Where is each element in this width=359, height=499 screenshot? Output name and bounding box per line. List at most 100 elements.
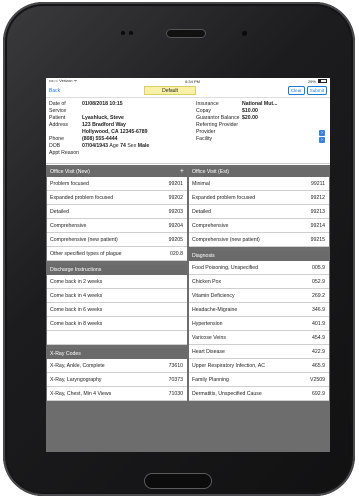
info-label: Facility — [196, 136, 213, 142]
info-row-phone: Phone (808) 555-4444 — [49, 136, 188, 143]
code-row[interactable]: X-Ray, Chest, Min 4 Views 71030 — [47, 387, 187, 401]
patient-info-left: Date of Service 01/08/2018 10:15 Patient… — [49, 101, 188, 163]
provider-chevron-right-icon[interactable]: › — [319, 129, 325, 136]
clear-button[interactable]: Clear — [287, 86, 305, 95]
panel-header: Diagnosis — [189, 251, 329, 261]
panel-title: Office Visit (New) — [50, 169, 90, 175]
facility-chevron-right-icon[interactable]: › — [319, 136, 325, 143]
diagnosis-code: 005.9 — [312, 264, 325, 271]
info-row-copay: Copay $10.00 — [196, 108, 327, 115]
code-name: X-Ray, Ankle, Complete — [50, 362, 105, 369]
clock: 6:34 PM — [185, 78, 200, 84]
code-row[interactable]: Comprehensive 99204 — [47, 219, 187, 233]
app-screen: •••○○ Verizon ᯤ 6:34 PM 29% Back Default… — [46, 78, 330, 452]
panel-title: Discharge Instructions — [50, 267, 102, 273]
diagnosis-row[interactable]: Varicose Veins 454.9 — [189, 331, 329, 345]
code-value: 71030 — [168, 390, 183, 397]
panel-title: Office Visit (Est) — [192, 169, 229, 175]
code-row[interactable]: Comprehensive (new patient) 99215 — [189, 233, 329, 247]
panel-title: Diagnosis — [192, 253, 215, 259]
speaker-grille — [166, 29, 206, 38]
code-row[interactable]: Detailed 99203 — [47, 205, 187, 219]
code-row[interactable]: Comprehensive (new patient) 99205 — [47, 233, 187, 247]
diagnosis-row[interactable]: Vitamin Deficiency 269.2 — [189, 289, 329, 303]
discharge-row[interactable]: Come back in 4 weeks — [47, 289, 187, 303]
template-selector[interactable]: Default — [144, 86, 196, 95]
back-button[interactable]: Back — [49, 88, 79, 94]
panel-header: Discharge Instructions — [47, 265, 187, 275]
diagnosis-row[interactable]: Heart Disease 422.9 — [189, 345, 329, 359]
submit-button[interactable]: Submit — [306, 86, 327, 95]
diagnosis-row[interactable]: Family Planning V2509 — [189, 373, 329, 387]
code-value: 99204 — [168, 222, 183, 229]
code-name: Expanded problem focused — [192, 194, 256, 201]
diagnosis-name: Upper Respiratory Infection, AC — [192, 362, 265, 369]
sex-value: Male — [137, 143, 150, 149]
discharge-row[interactable]: Come back in 8 weeks — [47, 317, 187, 331]
diagnosis-panel: Diagnosis Food Poisoning, Unspecified 005… — [189, 251, 329, 401]
code-row[interactable]: Other specified types of plague 020.8 — [47, 247, 187, 261]
diagnosis-name: Family Planning — [192, 376, 229, 383]
diagnosis-name: Chicken Pox — [192, 278, 222, 285]
code-name: Comprehensive (new patient) — [50, 236, 118, 243]
code-value: 99213 — [310, 208, 325, 215]
diagnosis-code: 346.9 — [312, 306, 325, 313]
age-value: 74 — [120, 143, 126, 149]
info-row-guarantor: Guarantor Balance $20.00 — [196, 115, 327, 122]
xray-list: X-Ray, Ankle, Complete 73610 X-Ray, Laryn… — [47, 359, 187, 401]
diagnosis-name: Heart Disease — [192, 348, 225, 355]
discharge-row-empty[interactable] — [47, 331, 187, 345]
code-row[interactable]: Detailed 99213 — [189, 205, 329, 219]
date-of-service-value: 01/08/2018 10:15 — [82, 101, 123, 107]
diagnosis-name: Hypertension — [192, 320, 223, 327]
diagnosis-row[interactable]: Dermatitis, Unspecified Cause 692.9 — [189, 387, 329, 401]
code-row[interactable]: X-Ray, Ankle, Complete 73610 — [47, 359, 187, 373]
code-row[interactable]: Comprehensive 99214 — [189, 219, 329, 233]
info-row-provider: Provider › — [196, 129, 327, 136]
add-plus-icon[interactable]: + — [180, 167, 184, 177]
diagnosis-row[interactable]: Chicken Pox 052.9 — [189, 275, 329, 289]
office-visit-est-panel: Office Visit (Est) Minimal 99211 Expanded… — [189, 167, 329, 247]
diagnosis-row[interactable]: Upper Respiratory Infection, AC 465.9 — [189, 359, 329, 373]
code-row[interactable]: X-Ray, Laryngography 70373 — [47, 373, 187, 387]
diagnosis-row[interactable]: Headache-Migraine 346.9 — [189, 303, 329, 317]
code-row[interactable]: Minimal 99211 — [189, 177, 329, 191]
code-row[interactable]: Expanded problem focused 99202 — [47, 191, 187, 205]
diagnosis-code: 692.9 — [312, 390, 325, 397]
info-label: DOB — [49, 143, 61, 149]
code-value: 99203 — [168, 208, 183, 215]
code-row[interactable]: Problem focused 99201 — [47, 177, 187, 191]
battery-percent: 29% — [307, 78, 316, 84]
code-value: 020.8 — [170, 250, 183, 257]
code-value: 99201 — [168, 180, 183, 187]
code-value: 99212 — [310, 194, 325, 201]
panel-header: Office Visit (New) + — [47, 167, 187, 177]
code-value: 73610 — [168, 362, 183, 369]
discharge-panel: Discharge Instructions Come back in 2 we… — [47, 265, 187, 345]
code-row[interactable]: Expanded problem focused 99212 — [189, 191, 329, 205]
address-line1: 123 Bradford Way — [82, 122, 126, 128]
home-button[interactable] — [144, 473, 212, 489]
info-row-patient: Patient Lyashluck, Steve — [49, 115, 188, 122]
office-visit-est-list: Minimal 99211 Expanded problem focused 992… — [189, 177, 329, 247]
patient-info: Date of Service 01/08/2018 10:15 Patient… — [46, 98, 330, 164]
info-label: Provider — [196, 129, 216, 135]
patient-info-right: Insurance National Mut... Copay $10.00 G… — [188, 101, 327, 163]
info-row-dob: DOB 07/04/1943 Age 74 Sex Male — [49, 143, 188, 150]
diagnosis-row[interactable]: Food Poisoning, Unspecified 005.9 — [189, 261, 329, 275]
diagnosis-code: V2509 — [309, 376, 325, 383]
camera-icon — [242, 31, 247, 36]
guarantor-balance-value: $20.00 — [242, 115, 258, 121]
discharge-row[interactable]: Come back in 2 weeks — [47, 275, 187, 289]
discharge-row[interactable]: Come back in 6 weeks — [47, 303, 187, 317]
info-row-referring: Referring Provider — [196, 122, 327, 129]
diagnosis-row[interactable]: Hypertension 401.9 — [189, 317, 329, 331]
code-value: 99214 — [310, 222, 325, 229]
info-label: Address — [49, 122, 69, 128]
right-column: Office Visit (Est) Minimal 99211 Expanded… — [189, 167, 329, 401]
info-label: Date of Service — [49, 101, 67, 114]
sensor-dot — [121, 31, 125, 35]
sensor-dot — [129, 31, 133, 35]
panel-title: X-Ray Codes — [50, 351, 81, 357]
sex-label: Sex — [127, 143, 137, 149]
